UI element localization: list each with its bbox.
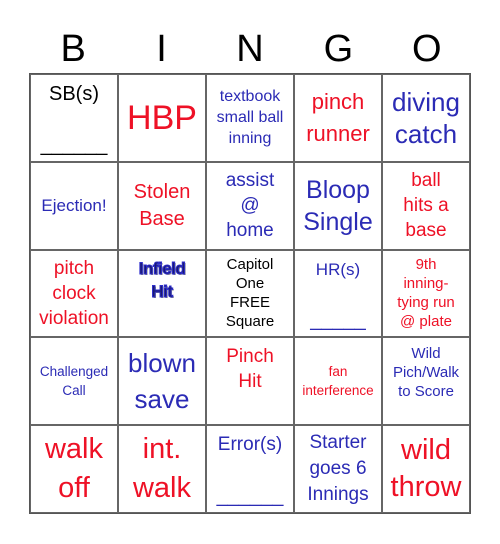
bingo-cell[interactable]: Ejection! <box>30 161 118 250</box>
bingo-cell[interactable]: textbook small ball inning <box>206 74 294 162</box>
cell-label: ball hits a base <box>403 170 449 242</box>
bingo-cell[interactable]: walk off <box>30 425 118 513</box>
bingo-cell[interactable]: assist @ home <box>206 161 294 250</box>
bingo-cell[interactable]: wild throw <box>382 425 470 513</box>
bingo-cell[interactable]: Challenged Call <box>30 337 118 426</box>
cell-label: HR(s) <box>315 259 361 279</box>
bingo-cell[interactable]: int. walk <box>118 425 206 513</box>
cell-blank-line: ______ <box>216 485 284 507</box>
cell-label: Ejection! <box>41 196 107 216</box>
cell-label: Wild Pich/Walk to Score <box>392 345 460 401</box>
bingo-cell[interactable]: fan interference <box>294 337 382 426</box>
cell-label: wild throw <box>390 434 462 504</box>
free-space-label: Capitol One FREE Square <box>225 256 275 331</box>
bingo-cell[interactable]: pitch clock violation <box>30 249 118 338</box>
cell-label: Bloop Single <box>303 175 373 236</box>
cell-label: Stolen Base <box>133 180 191 230</box>
bingo-cell[interactable]: Wild Pich/Walk to Score <box>382 337 470 426</box>
bingo-cell[interactable]: Stolen Base <box>118 161 206 250</box>
cell-label: SB(s) <box>49 83 99 105</box>
cell-label: pitch clock violation <box>39 257 109 329</box>
bingo-cell[interactable]: HBP <box>118 74 206 162</box>
cell-label: Error(s) <box>217 434 283 456</box>
cell-label: pinch runner <box>306 88 370 146</box>
bingo-cell[interactable]: Error(s) ______ <box>206 425 294 513</box>
bingo-cell[interactable]: SB(s) ______ <box>30 74 118 162</box>
bingo-cell[interactable]: Pinch Hit <box>206 337 294 426</box>
bingo-cell[interactable]: diving catch <box>382 74 470 162</box>
cell-label: 9th inning- tying run @ plate <box>397 256 455 331</box>
cell-label: diving catch <box>392 86 460 149</box>
bingo-header: B I N G O <box>29 26 471 73</box>
bingo-cell[interactable]: Bloop Single <box>294 161 382 250</box>
header-letter-b: B <box>60 28 86 70</box>
cell-label: Pinch Hit <box>226 346 274 393</box>
cell-label: assist @ home <box>225 170 275 242</box>
bingo-cell[interactable]: 9th inning- tying run @ plate <box>382 249 470 338</box>
bingo-cell[interactable]: pinch runner <box>294 74 382 162</box>
cell-label: Challenged Call <box>39 364 109 399</box>
cell-label: Infield Hit <box>138 258 186 301</box>
cell-label: HBP <box>127 98 197 137</box>
cell-blank-line: ______ <box>40 133 108 156</box>
cell-blank-line: _____ <box>310 309 366 332</box>
header-letter-n: N <box>236 28 264 70</box>
cell-label: fan interference <box>302 364 374 399</box>
bingo-cell[interactable]: Infield Hit <box>118 249 206 338</box>
cell-label: Starter goes 6 Innings <box>307 432 369 506</box>
cell-label: blown save <box>128 348 196 415</box>
bingo-cell[interactable]: ball hits a base <box>382 161 470 250</box>
bingo-cell[interactable]: HR(s) _____ <box>294 249 382 338</box>
cell-label: textbook small ball inning <box>216 88 284 148</box>
header-letter-g: G <box>323 28 354 70</box>
bingo-cell[interactable]: Starter goes 6 Innings <box>294 425 382 513</box>
header-letter-i: I <box>156 28 167 70</box>
cell-label: int. walk <box>132 433 191 505</box>
bingo-cell[interactable]: blown save <box>118 337 206 426</box>
header-letter-o: O <box>411 28 442 70</box>
bingo-grid: SB(s) ______ HBP textbook small ball inn… <box>29 73 471 514</box>
cell-label: walk off <box>44 433 103 505</box>
free-space-cell[interactable]: Capitol One FREE Square <box>206 249 294 338</box>
